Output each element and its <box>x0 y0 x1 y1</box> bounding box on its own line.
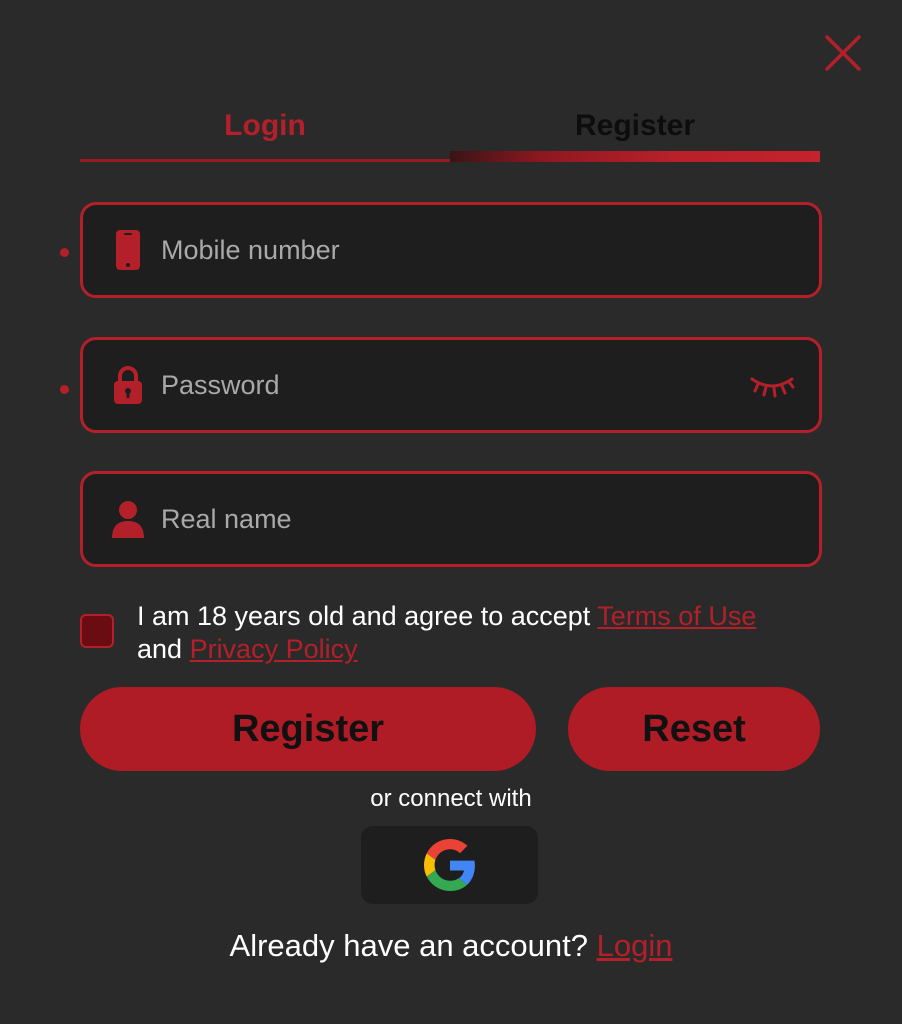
privacy-policy-link[interactable]: Privacy Policy <box>190 634 358 664</box>
agreement-text: I am 18 years old and agree to accept Te… <box>137 600 817 666</box>
reset-button[interactable]: Reset <box>568 687 820 771</box>
agreement-text-before: I am 18 years old and agree to accept <box>137 601 598 631</box>
mobile-number-input[interactable] <box>161 205 721 295</box>
connect-with-label: or connect with <box>370 785 532 812</box>
real-name-field <box>80 471 822 567</box>
agreement-text-middle: and <box>137 634 190 664</box>
real-name-input[interactable] <box>161 474 721 564</box>
google-login-button[interactable] <box>361 826 538 904</box>
login-prompt-text: Already have an account? <box>229 928 597 963</box>
terms-of-use-link[interactable]: Terms of Use <box>597 601 756 631</box>
tab-login[interactable]: Login <box>80 104 450 148</box>
mobile-number-field <box>80 202 822 298</box>
lock-icon <box>111 364 145 406</box>
required-indicator <box>60 248 69 257</box>
close-button[interactable] <box>824 34 862 72</box>
tab-register-active-indicator <box>450 151 820 162</box>
login-prompt: Already have an account? Login <box>0 928 902 964</box>
mobile-phone-icon <box>111 229 145 271</box>
register-button[interactable]: Register <box>80 687 536 771</box>
password-field <box>80 337 822 433</box>
password-input[interactable] <box>161 340 721 430</box>
age-agreement-checkbox[interactable] <box>80 614 114 648</box>
user-icon <box>111 498 145 540</box>
login-link[interactable]: Login <box>597 928 673 963</box>
google-icon <box>423 839 475 891</box>
required-indicator <box>60 385 69 394</box>
tab-register[interactable]: Register <box>450 104 820 148</box>
eye-closed-icon[interactable] <box>749 371 795 399</box>
close-icon <box>825 35 861 71</box>
tab-login-underline <box>80 159 450 162</box>
